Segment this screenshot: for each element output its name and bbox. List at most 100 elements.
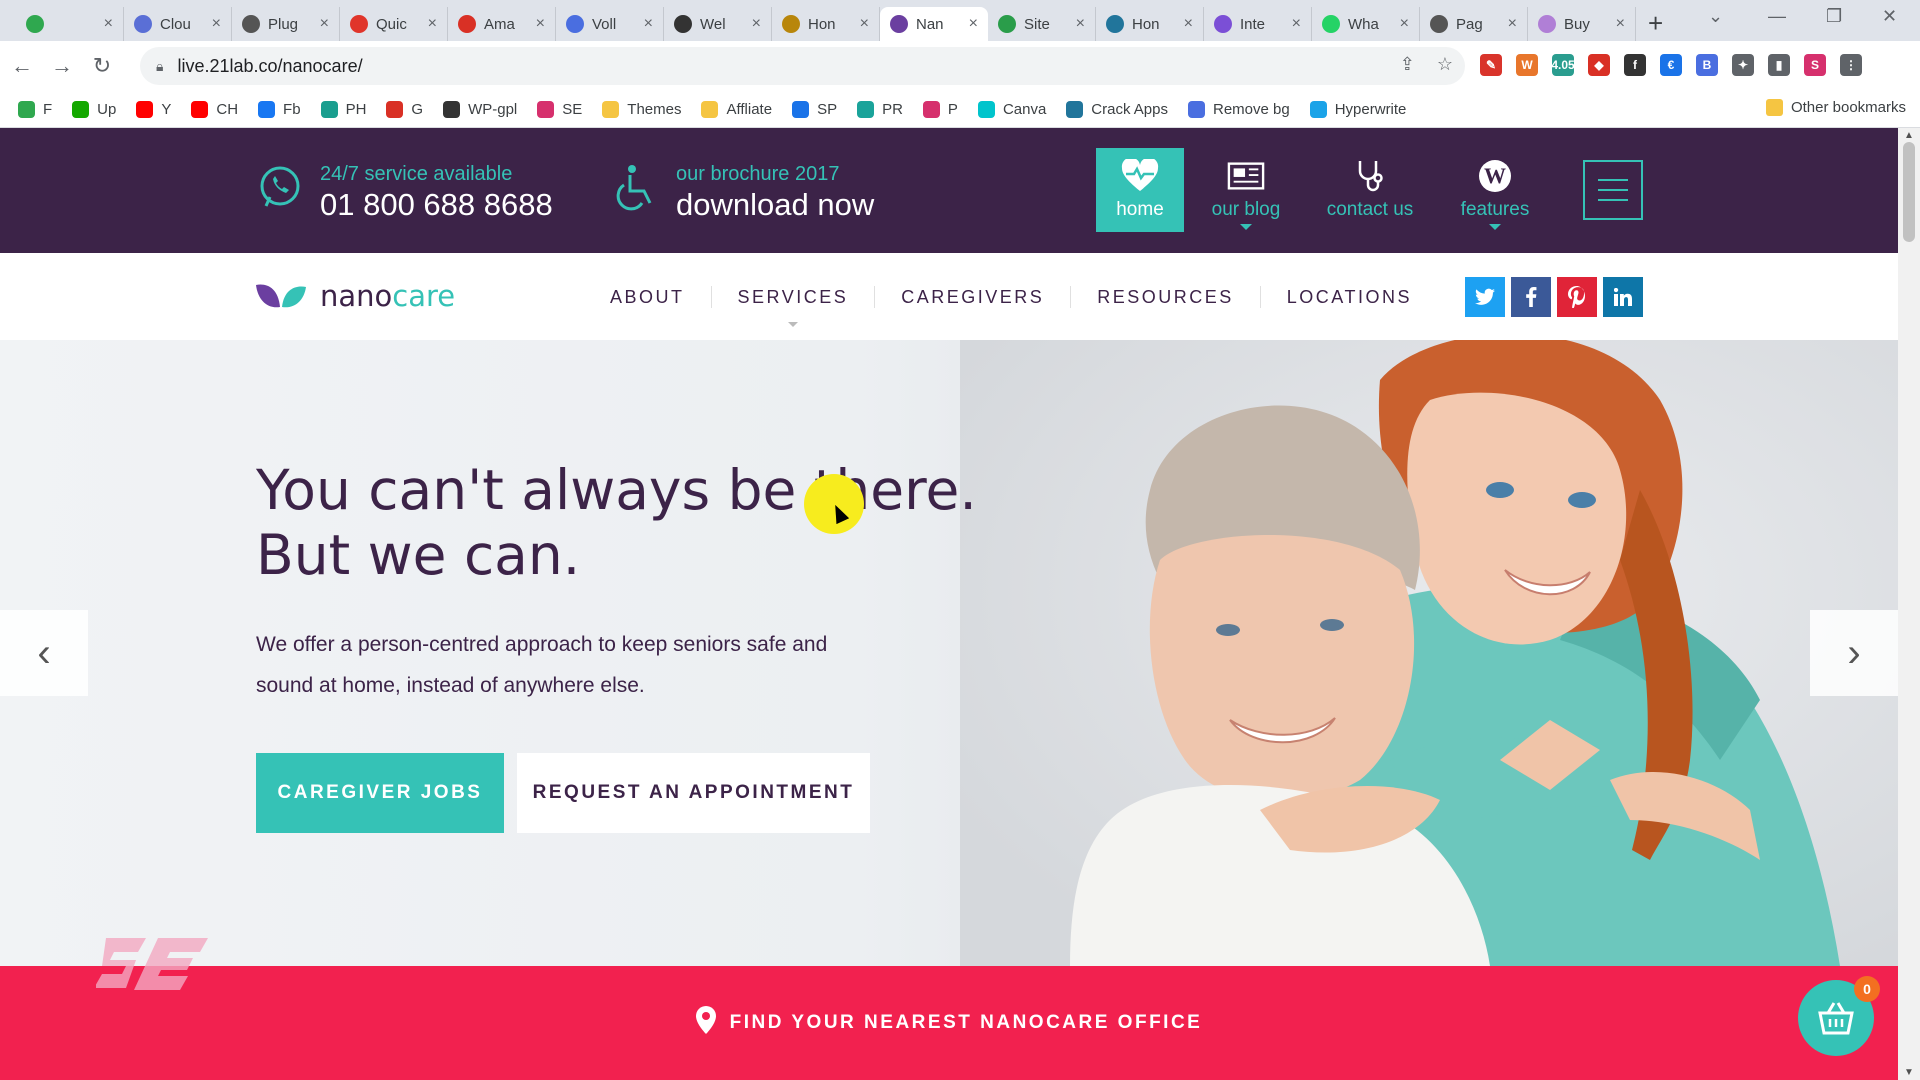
bookmark-item[interactable]: G — [386, 100, 423, 118]
phone-number[interactable]: 01 800 688 8688 — [320, 186, 553, 224]
bookmark-item[interactable]: PR — [857, 100, 903, 118]
hamburger-menu-button[interactable] — [1583, 160, 1643, 220]
browser-tab[interactable]: Hon × — [1096, 7, 1204, 41]
browser-tab[interactable]: Site × — [988, 7, 1096, 41]
pinterest-icon[interactable] — [1557, 277, 1597, 317]
close-tab-icon[interactable]: × — [969, 15, 978, 33]
lock-icon[interactable]: 🔒︎ — [156, 58, 163, 75]
extension-icon[interactable]: ⋮ — [1840, 54, 1862, 76]
topnav-home[interactable]: home — [1096, 148, 1184, 232]
nanocare-logo[interactable]: nanocare — [256, 279, 455, 313]
close-tab-icon[interactable]: × — [752, 15, 761, 33]
bookmark-star-icon[interactable]: ☆ — [1437, 54, 1453, 75]
extension-icon[interactable]: B — [1696, 54, 1718, 76]
shopping-cart-button[interactable]: 0 — [1798, 976, 1880, 1056]
new-tab-button[interactable]: + — [1648, 5, 1663, 41]
menu-services[interactable]: SERVICES — [712, 285, 876, 327]
close-tab-icon[interactable]: × — [1508, 15, 1517, 33]
topnav-our-blog[interactable]: our blog — [1202, 148, 1290, 232]
bookmark-item[interactable]: Affliate — [701, 100, 772, 118]
close-tab-icon[interactable]: × — [1400, 15, 1409, 33]
bookmark-item[interactable]: F — [18, 100, 52, 118]
extension-icon[interactable]: f — [1624, 54, 1646, 76]
browser-tab[interactable]: Hon × — [772, 7, 880, 41]
browser-tab[interactable]: Wel × — [664, 7, 772, 41]
extension-icon[interactable]: W — [1516, 54, 1538, 76]
bookmark-item[interactable]: Up — [72, 100, 116, 118]
topnav-contact-us[interactable]: contact us — [1326, 148, 1414, 232]
menu-about[interactable]: ABOUT — [584, 285, 712, 308]
close-tab-icon[interactable]: × — [536, 15, 545, 33]
download-link[interactable]: download now — [676, 186, 874, 224]
bookmark-item[interactable]: Fb — [258, 100, 301, 118]
menu-caregivers[interactable]: CAREGIVERS — [875, 285, 1072, 308]
bookmark-item[interactable]: SE — [537, 100, 582, 118]
close-tab-icon[interactable]: × — [1184, 15, 1193, 33]
browser-tab[interactable]: Quic × — [340, 7, 448, 41]
browser-tab[interactable]: Pag × — [1420, 7, 1528, 41]
bookmark-item[interactable]: Canva — [977, 100, 1046, 118]
request-appointment-button[interactable]: REQUEST AN APPOINTMENT — [517, 753, 870, 833]
close-tab-icon[interactable]: × — [860, 15, 869, 33]
chevron-down-icon[interactable]: ⌄ — [1708, 6, 1723, 27]
twitter-icon[interactable] — [1465, 277, 1505, 317]
share-icon[interactable]: ⇪ — [1400, 54, 1415, 75]
caregiver-jobs-button[interactable]: CAREGIVER JOBS — [256, 753, 504, 833]
close-tab-icon[interactable]: × — [104, 15, 113, 33]
browser-tab[interactable]: Voll × — [556, 7, 664, 41]
restore-icon[interactable]: ❐ — [1826, 6, 1842, 27]
close-tab-icon[interactable]: × — [1616, 15, 1625, 33]
reload-icon[interactable]: ↻ — [84, 53, 120, 79]
bookmark-item[interactable]: SP — [792, 100, 837, 118]
extension-icon[interactable]: ✦ — [1732, 54, 1754, 76]
close-window-icon[interactable]: ✕ — [1882, 6, 1897, 27]
brochure-download[interactable]: our brochure 2017 download now — [612, 162, 874, 224]
other-bookmarks[interactable]: Other bookmarks — [1765, 99, 1906, 116]
facebook-icon[interactable] — [1511, 277, 1551, 317]
minimize-icon[interactable]: — — [1768, 6, 1786, 27]
extension-icon[interactable]: ▮ — [1768, 54, 1790, 76]
bookmark-item[interactable]: WP-gpl — [443, 100, 517, 118]
close-tab-icon[interactable]: × — [320, 15, 329, 33]
bookmark-item[interactable]: Y — [136, 100, 171, 118]
menu-locations[interactable]: LOCATIONS — [1261, 286, 1438, 308]
bookmark-item[interactable]: Hyperwrite — [1309, 100, 1406, 118]
close-tab-icon[interactable]: × — [212, 15, 221, 33]
close-tab-icon[interactable]: × — [428, 15, 437, 33]
close-tab-icon[interactable]: × — [1076, 15, 1085, 33]
bookmark-item[interactable]: PH — [320, 100, 366, 118]
scroll-up-icon[interactable]: ▲ — [1904, 130, 1914, 141]
address-bar[interactable]: 🔒︎ live.21lab.co/nanocare/ ⇪ ☆ — [140, 47, 1465, 85]
browser-tab[interactable]: Nan × — [880, 7, 988, 41]
service-contact[interactable]: 24/7 service available 01 800 688 8688 — [256, 162, 553, 224]
slider-next-button[interactable]: › — [1810, 610, 1898, 696]
browser-tab[interactable]: Clou × — [124, 7, 232, 41]
extension-icon[interactable]: € — [1660, 54, 1682, 76]
page-scrollbar[interactable]: ▲ ▼ — [1898, 128, 1920, 1080]
browser-tab[interactable]: Inte × — [1204, 7, 1312, 41]
scrollbar-thumb[interactable] — [1903, 142, 1915, 242]
scroll-down-icon[interactable]: ▼ — [1904, 1067, 1914, 1078]
forward-icon[interactable]: → — [44, 53, 80, 79]
browser-tab[interactable]: Ama × — [448, 7, 556, 41]
bookmark-item[interactable]: Remove bg — [1188, 100, 1290, 118]
find-office-bar[interactable]: FIND YOUR NEAREST NANOCARE OFFICE — [0, 966, 1898, 1080]
bookmark-item[interactable]: CH — [191, 100, 238, 118]
back-icon[interactable]: ← — [4, 53, 40, 79]
extension-icon[interactable]: ◆ — [1588, 54, 1610, 76]
topnav-features[interactable]: W features — [1451, 148, 1539, 232]
bookmark-item[interactable]: P — [922, 100, 958, 118]
browser-tab[interactable]: Plug × — [232, 7, 340, 41]
extension-icon[interactable]: 4.05 — [1551, 54, 1575, 76]
browser-tab[interactable]: × — [16, 7, 124, 41]
menu-resources[interactable]: RESOURCES — [1071, 285, 1261, 308]
bookmark-item[interactable]: Themes — [602, 100, 681, 118]
browser-tab[interactable]: Buy × — [1528, 7, 1636, 41]
browser-tab[interactable]: Wha × — [1312, 7, 1420, 41]
extension-icon[interactable]: S — [1804, 54, 1826, 76]
linkedin-icon[interactable] — [1603, 277, 1643, 317]
slider-prev-button[interactable]: ‹ — [0, 610, 88, 696]
close-tab-icon[interactable]: × — [1292, 15, 1301, 33]
bookmark-item[interactable]: Crack Apps — [1066, 100, 1168, 118]
extension-icon[interactable]: ✎ — [1480, 54, 1502, 76]
